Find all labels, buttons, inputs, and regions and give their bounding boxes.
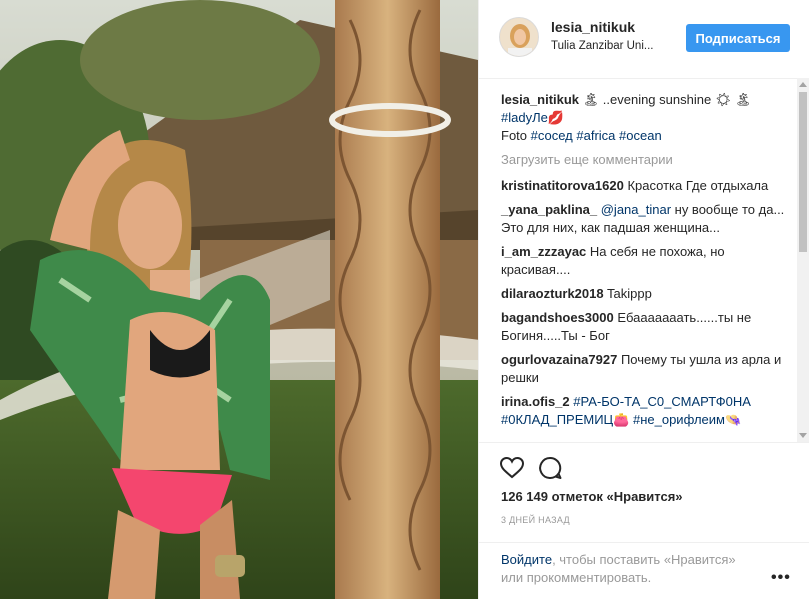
scroll-up-arrow-icon[interactable] [799, 82, 807, 87]
comment: irina.ofis_2 #РА-БО-ТА_С0_СМАРТФ0НА #0КЛ… [501, 393, 791, 429]
comment-username[interactable]: dilaraozturk2018 [501, 286, 604, 301]
comment-username[interactable]: ogurlovazaina7927 [501, 352, 617, 367]
photo-illustration [0, 0, 478, 599]
comment: bagandshoes3000 Ебааааааать......ты не Б… [501, 309, 791, 345]
comment-text: Красотка Где отдыхала [623, 178, 769, 193]
caption: lesia_nitikuk 🏝 ..evening sunshine ☀ 🏝 #… [501, 91, 791, 145]
avatar[interactable] [499, 17, 539, 57]
comment-username[interactable]: i_am_zzzayac [501, 244, 586, 259]
comments-section: lesia_nitikuk 🏝 ..evening sunshine ☀ 🏝 #… [479, 78, 809, 442]
caption-hashtag[interactable]: #africa [576, 128, 615, 143]
caption-hashtag[interactable]: #ocean [619, 128, 662, 143]
post-timestamp[interactable]: 3 ДНЕЙ НАЗАД [501, 515, 570, 525]
scrollbar-thumb[interactable] [799, 92, 807, 252]
comments-scrollbar[interactable] [797, 78, 809, 442]
post-actions: 126 149 отметок «Нравится» 3 ДНЕЙ НАЗАД [479, 442, 809, 543]
load-more-comments[interactable]: Загрузить еще комментарии [501, 151, 791, 169]
comment-username[interactable]: _yana_paklina_ [501, 202, 597, 217]
instagram-post: lesia_nitikuk Tulia Zanzibar Uni... Подп… [0, 0, 809, 599]
comment: kristinatitorova1620 Красотка Где отдыха… [501, 177, 791, 195]
avatar-image [500, 18, 538, 56]
post-header: lesia_nitikuk Tulia Zanzibar Uni... Подп… [479, 0, 809, 79]
login-link[interactable]: Войдите [501, 552, 552, 567]
caption-hashtag[interactable]: #сосед [531, 128, 573, 143]
comment: ogurlovazaina7927 Почему ты ушла из арла… [501, 351, 791, 387]
comment: dilaraozturk2018 Takippp [501, 285, 791, 303]
more-options-icon[interactable]: ••• [771, 569, 791, 587]
comment-username[interactable]: kristinatitorova1620 [501, 178, 624, 193]
comment: i_am_zzzayac На себя не похожа, но краси… [501, 243, 791, 279]
caption-username[interactable]: lesia_nitikuk [501, 92, 579, 107]
comment-text: Takippp [603, 286, 652, 301]
likes-count[interactable]: 126 149 отметок «Нравится» [501, 489, 683, 504]
scroll-down-arrow-icon[interactable] [799, 433, 807, 438]
login-prompt: Войдите, чтобы поставить «Нравится» или … [479, 542, 809, 600]
login-prompt-text: Войдите, чтобы поставить «Нравится» или … [501, 551, 761, 587]
comments-list: lesia_nitikuk 🏝 ..evening sunshine ☀ 🏝 #… [501, 91, 791, 435]
comment-icon[interactable] [537, 455, 563, 481]
header-username[interactable]: lesia_nitikuk [551, 19, 635, 35]
heart-icon[interactable] [499, 455, 525, 481]
comment-mention[interactable]: @jana_tinar [597, 202, 671, 217]
comment-username[interactable]: irina.ofis_2 [501, 394, 570, 409]
comment-username[interactable]: bagandshoes3000 [501, 310, 614, 325]
caption-foto-label: Foto [501, 128, 531, 143]
post-photo[interactable] [0, 0, 478, 599]
comment: _yana_paklina_ @jana_tinar ну вообще то … [501, 201, 791, 237]
caption-text: 🏝 ..evening sunshine ☀ 🏝 [579, 92, 752, 107]
header-location[interactable]: Tulia Zanzibar Uni... [551, 40, 653, 52]
caption-hashtag[interactable]: #ladyЛе💋 [501, 110, 564, 125]
follow-button[interactable]: Подписаться [686, 24, 790, 52]
post-side-panel: lesia_nitikuk Tulia Zanzibar Uni... Подп… [478, 0, 809, 599]
